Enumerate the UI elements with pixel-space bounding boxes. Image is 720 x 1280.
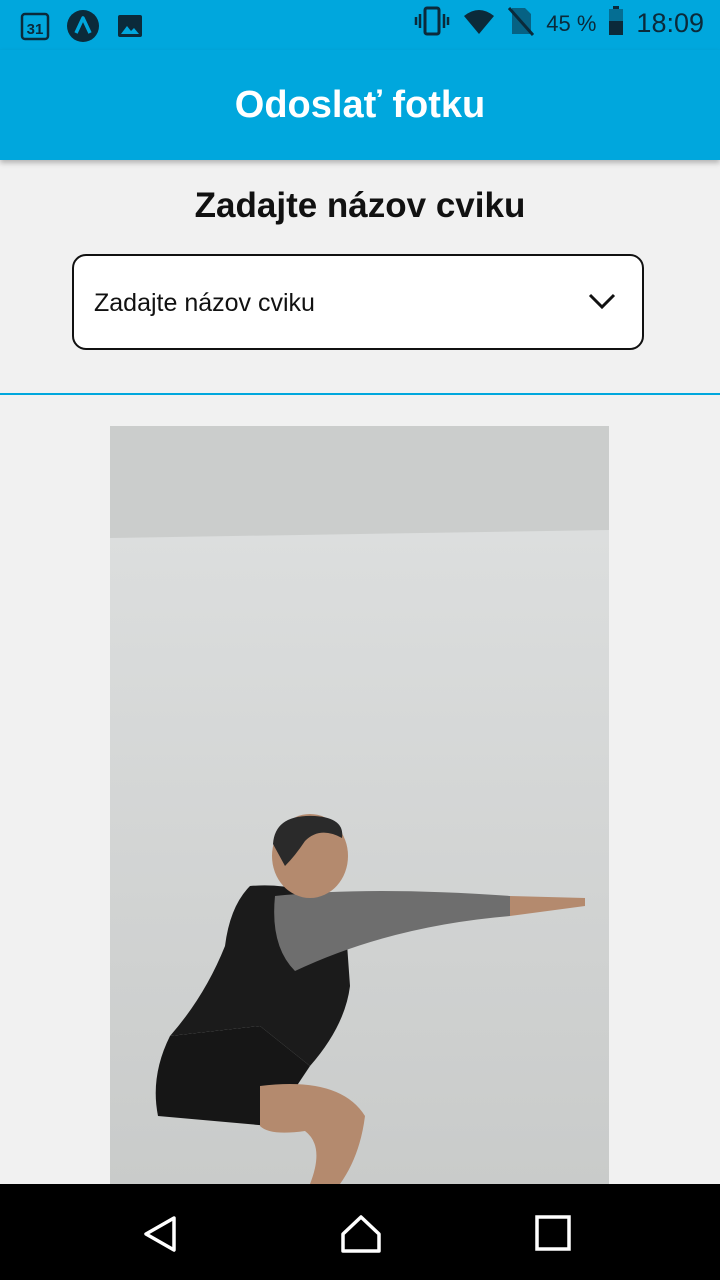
exercise-select-placeholder: Zadajte názov cviku	[94, 289, 315, 317]
app-icon	[66, 9, 100, 48]
recents-icon[interactable]	[534, 1214, 572, 1257]
wifi-icon	[462, 6, 496, 41]
status-bar: 31 45 % 18:09	[0, 0, 720, 50]
divider	[0, 393, 720, 395]
clock: 18:09	[636, 8, 704, 38]
vibrate-icon	[414, 6, 450, 41]
calendar-day: 31	[27, 21, 44, 38]
section-title: Zadajte názov cviku	[194, 186, 526, 225]
exercise-select[interactable]: Zadajte názov cviku	[72, 254, 644, 350]
back-icon[interactable]	[140, 1214, 180, 1259]
battery-icon	[608, 6, 624, 41]
home-icon[interactable]	[340, 1214, 382, 1259]
page-title: Odoslať fotku	[234, 83, 486, 126]
calendar-icon: 31	[20, 11, 50, 46]
navigation-bar	[0, 1184, 720, 1280]
exercise-photo	[110, 426, 609, 1184]
battery-percent: 45 %	[546, 10, 597, 36]
chevron-down-icon	[588, 292, 616, 315]
no-sim-icon	[508, 6, 535, 41]
app-bar: Odoslať fotku	[0, 50, 720, 160]
gallery-icon	[116, 12, 144, 45]
